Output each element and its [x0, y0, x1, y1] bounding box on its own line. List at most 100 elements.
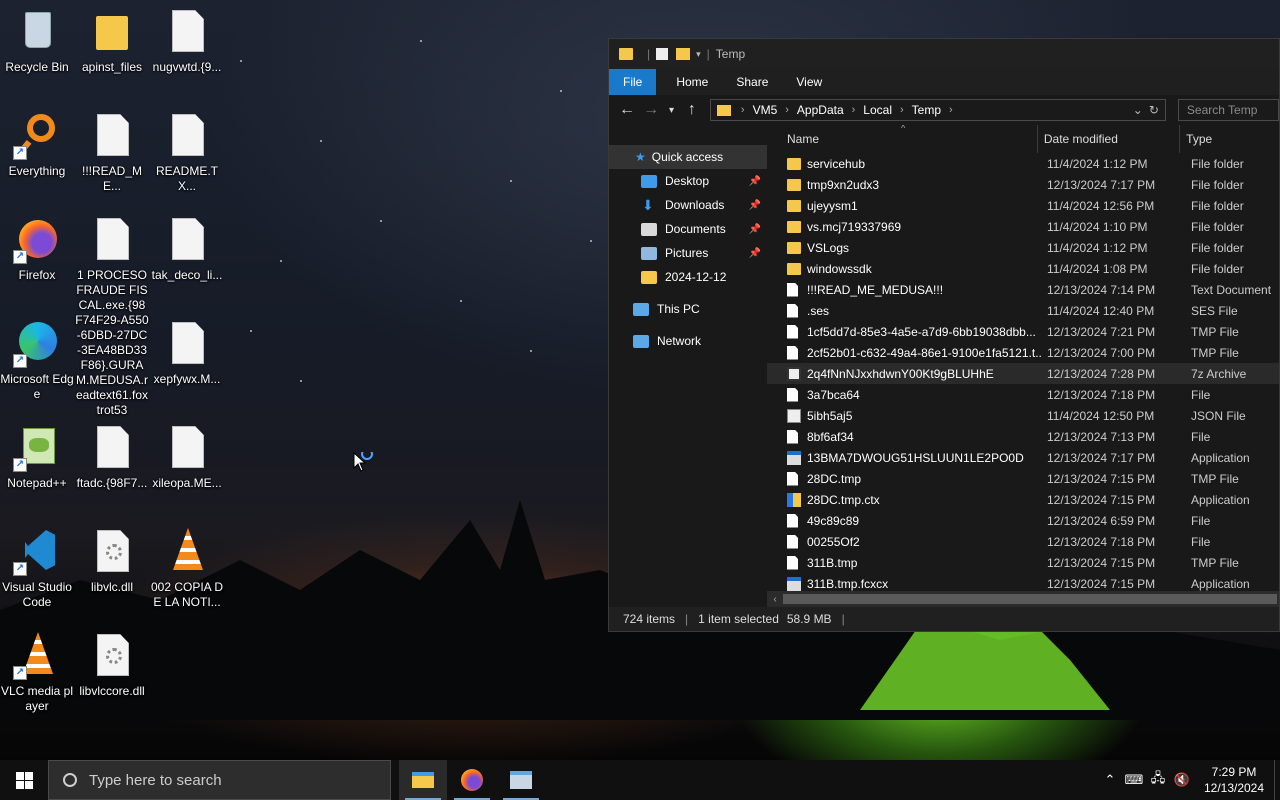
desktop-icon-edge[interactable]: ↗ Microsoft Edge	[0, 320, 74, 402]
network-icon[interactable]: 🖧	[1146, 769, 1170, 791]
file-row[interactable]: 28DC.tmp 12/13/2024 7:15 PM TMP File	[767, 468, 1279, 489]
desktop-icon-libvlccore[interactable]: libvlccore.dll	[75, 632, 149, 699]
file-row[interactable]: 5ibh5aj5 11/4/2024 12:50 PM JSON File	[767, 405, 1279, 426]
customize-quick-access-chevron-icon[interactable]: ▾	[696, 49, 701, 60]
file-list[interactable]: ^ Name Date modified Type servicehub 11/4…	[767, 125, 1279, 607]
desktop-icon-xepfywx[interactable]: xepfywx.M...	[150, 320, 224, 387]
file-row[interactable]: VSLogs 11/4/2024 1:12 PM File folder	[767, 237, 1279, 258]
desktop-icon-tak-deco[interactable]: tak_deco_li...	[150, 216, 224, 283]
taskbar-app[interactable]	[497, 760, 545, 800]
tab-share[interactable]: Share	[722, 69, 782, 95]
tab-view[interactable]: View	[782, 69, 836, 95]
desktop-icon-readme-txt[interactable]: README.TX...	[150, 112, 224, 194]
desktop-icon-ftadc[interactable]: ftadc.{98F7...	[75, 424, 149, 491]
recent-locations-chevron-icon[interactable]: ▾	[665, 105, 678, 116]
taskbar-file-explorer[interactable]	[399, 760, 447, 800]
desktop-icon-vscode[interactable]: ↗ Visual Studio Code	[0, 528, 74, 610]
nav-label: Desktop	[665, 174, 710, 188]
horizontal-scrollbar[interactable]: ‹	[767, 591, 1279, 607]
file-row[interactable]: 311B.tmp 12/13/2024 7:15 PM TMP File	[767, 552, 1279, 573]
desktop-icon-copia-noti[interactable]: 002 COPIA DE LA NOTI...	[150, 528, 224, 610]
show-hidden-icons-chevron-icon[interactable]: ⌃	[1098, 772, 1122, 788]
file-row[interactable]: windowssdk 11/4/2024 1:08 PM File folder	[767, 258, 1279, 279]
file-row[interactable]: 49c89c89 12/13/2024 6:59 PM File	[767, 510, 1279, 531]
file-row[interactable]: tmp9xn2udx3 12/13/2024 7:17 PM File folder	[767, 174, 1279, 195]
address-dropdown-chevron-icon[interactable]: ⌄	[1133, 103, 1143, 117]
desktop-icon-vlc[interactable]: ↗ VLC media player	[0, 632, 74, 714]
file-name-cell: 8bf6af34	[767, 429, 1041, 444]
navigation-pane[interactable]: ★ Quick access Desktop 📌 ⬇ Downloads 📌 D…	[609, 125, 767, 607]
file-row[interactable]: 8bf6af34 12/13/2024 7:13 PM File	[767, 426, 1279, 447]
address-bar[interactable]: › VM5 › AppData › Local › Temp › ⌄ ↻	[709, 99, 1166, 121]
start-button[interactable]	[0, 760, 48, 800]
column-date-modified[interactable]: Date modified	[1038, 125, 1181, 153]
file-name: ujeyysm1	[807, 198, 858, 213]
file-row[interactable]: 13BMA7DWOUG51HSLUUN1LE2PO0D 12/13/2024 7:…	[767, 447, 1279, 468]
file-explorer-window[interactable]: | ▾ | Temp File Home Share View ← → ▾ ↑ …	[608, 38, 1280, 632]
clock[interactable]: 7:29 PM 12/13/2024	[1194, 764, 1274, 796]
keyboard-icon[interactable]: ⌨	[1122, 772, 1146, 788]
nav-network[interactable]: Network	[609, 329, 767, 353]
up-arrow-icon[interactable]: ↑	[682, 101, 702, 119]
breadcrumb-appdata[interactable]: AppData	[797, 103, 844, 117]
file-row[interactable]: .ses 11/4/2024 12:40 PM SES File	[767, 300, 1279, 321]
file-row[interactable]: servicehub 11/4/2024 1:12 PM File folder	[767, 153, 1279, 174]
desktop-icon-recycle-bin[interactable]: Recycle Bin	[0, 8, 74, 75]
desktop-icon-read-me[interactable]: !!!READ_ME...	[75, 112, 149, 194]
breadcrumb-local[interactable]: Local	[863, 103, 892, 117]
file-row[interactable]: 00255Of2 12/13/2024 7:18 PM File	[767, 531, 1279, 552]
desktop-icon-nugvwtd[interactable]: nugvwtd.{9...	[150, 8, 224, 75]
pin-icon[interactable]: 📌	[749, 176, 761, 187]
forward-arrow-icon[interactable]: →	[641, 101, 661, 119]
search-input[interactable]: Search Temp	[1177, 99, 1279, 121]
selection-count: 1 item selected	[698, 612, 779, 626]
nav-pictures[interactable]: Pictures 📌	[609, 241, 767, 265]
nav-downloads[interactable]: ⬇ Downloads 📌	[609, 193, 767, 217]
desktop-icon-firefox[interactable]: ↗ Firefox	[0, 216, 74, 283]
nav-documents[interactable]: Documents 📌	[609, 217, 767, 241]
new-folder-quick-icon[interactable]	[676, 48, 691, 60]
desktop-icon-proceso-fraude[interactable]: 1 PROCESO FRAUDE FISCAL.exe.{98F74F29-A5…	[75, 216, 149, 418]
show-desktop-button[interactable]	[1274, 760, 1280, 800]
nav-quick-access[interactable]: ★ Quick access	[609, 145, 767, 169]
pin-icon[interactable]: 📌	[749, 248, 761, 259]
properties-quick-icon[interactable]	[656, 48, 669, 60]
chevron-right-icon[interactable]: ›	[900, 104, 904, 116]
file-row[interactable]: 28DC.tmp.ctx 12/13/2024 7:15 PM Applicatio…	[767, 489, 1279, 510]
chevron-right-icon[interactable]: ›	[741, 104, 745, 116]
file-row[interactable]: 2cf52b01-c632-49a4-86e1-9100e1fa5121.t..…	[767, 342, 1279, 363]
pin-icon[interactable]: 📌	[749, 200, 761, 211]
network-icon	[633, 334, 649, 348]
refresh-icon[interactable]: ↻	[1149, 103, 1159, 117]
scroll-left-arrow-icon[interactable]: ‹	[767, 594, 783, 605]
nav-folder-2024-12-12[interactable]: 2024-12-12	[609, 265, 767, 289]
tab-file[interactable]: File	[609, 69, 657, 95]
desktop-icon-libvlc[interactable]: libvlc.dll	[75, 528, 149, 595]
file-row[interactable]: 1cf5dd7d-85e3-4a5e-a7d9-6bb19038dbb... 12…	[767, 321, 1279, 342]
file-row[interactable]: 2q4fNnNJxxhdwnY00Kt9gBLUHhE 12/13/2024 7:…	[767, 363, 1279, 384]
desktop-icon-xileopa[interactable]: xileopa.ME...	[150, 424, 224, 491]
taskbar-search-box[interactable]: Type here to search	[48, 760, 391, 800]
nav-this-pc[interactable]: This PC	[609, 297, 767, 321]
volume-muted-icon[interactable]: 🔇	[1170, 772, 1194, 788]
file-row[interactable]: 3a7bca64 12/13/2024 7:18 PM File	[767, 384, 1279, 405]
window-titlebar[interactable]: | ▾ | Temp	[609, 39, 1279, 69]
desktop-icon-apinst-files[interactable]: apinst_files	[75, 8, 149, 75]
desktop-icon-everything[interactable]: ↗ Everything	[0, 112, 74, 179]
file-row[interactable]: vs.mcj719337969 11/4/2024 1:10 PM File fol…	[767, 216, 1279, 237]
nav-desktop[interactable]: Desktop 📌	[609, 169, 767, 193]
file-row[interactable]: !!!READ_ME_MEDUSA!!! 12/13/2024 7:14 PM Te…	[767, 279, 1279, 300]
breadcrumb-temp[interactable]: Temp	[912, 103, 941, 117]
desktop-icon-notepadpp[interactable]: ↗ Notepad++	[0, 424, 74, 491]
column-type[interactable]: Type	[1180, 125, 1279, 153]
back-arrow-icon[interactable]: ←	[617, 101, 637, 119]
file-row[interactable]: ujeyysm1 11/4/2024 12:56 PM File folder	[767, 195, 1279, 216]
pin-icon[interactable]: 📌	[749, 224, 761, 235]
chevron-right-icon[interactable]: ›	[949, 104, 953, 116]
chevron-right-icon[interactable]: ›	[785, 104, 789, 116]
taskbar-firefox[interactable]	[448, 760, 496, 800]
chevron-right-icon[interactable]: ›	[852, 104, 856, 116]
scrollbar-thumb[interactable]	[783, 594, 1277, 604]
breadcrumb-vm5[interactable]: VM5	[753, 103, 778, 117]
tab-home[interactable]: Home	[662, 69, 722, 95]
